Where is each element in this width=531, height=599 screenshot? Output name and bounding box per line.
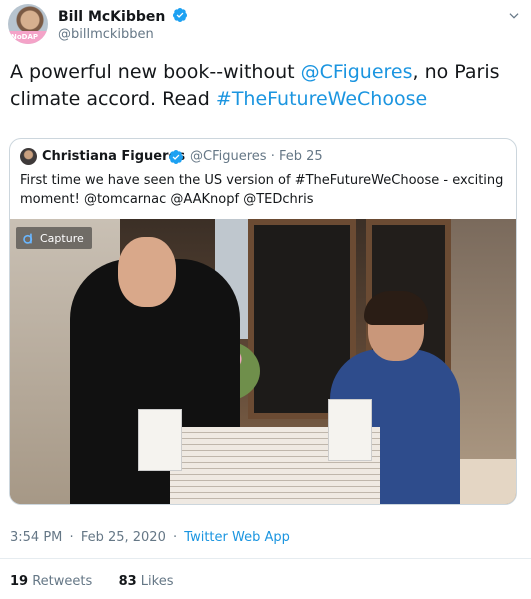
- verified-icon: [168, 150, 183, 164]
- quoted-author-meta: @CFigueres · Feb 25: [190, 149, 323, 164]
- verified-icon: [173, 8, 188, 22]
- media-book: [328, 399, 372, 461]
- quoted-date[interactable]: Feb 25: [279, 149, 323, 164]
- tweet-date[interactable]: Feb 25, 2020: [81, 530, 166, 545]
- capture-label: Capture: [40, 231, 84, 245]
- mention-link[interactable]: @CFigueres: [301, 61, 413, 83]
- quoted-text: First time we have seen the US version o…: [20, 173, 504, 207]
- quoted-media-image[interactable]: Capture: [10, 219, 516, 504]
- quoted-author-name[interactable]: Christiana Figueres: [42, 149, 185, 164]
- tweet-text: A powerful new book--without @CFigueres,…: [10, 59, 515, 113]
- author-avatar[interactable]: NoDAP: [8, 4, 48, 44]
- meta-separator: ·: [173, 530, 178, 545]
- meta-separator: ·: [270, 149, 275, 164]
- likes-stat[interactable]: 83 Likes: [119, 574, 174, 589]
- quoted-author-avatar[interactable]: [20, 148, 37, 165]
- chevron-down-icon[interactable]: [507, 9, 521, 23]
- tweet: NoDAP Bill McKibben @billmckibben A powe…: [0, 0, 531, 599]
- likes-count: 83: [118, 574, 137, 589]
- author-name-label: Bill McKibben: [58, 9, 166, 25]
- tweet-time[interactable]: 3:54 PM: [10, 530, 62, 545]
- quoted-author-handle[interactable]: @CFigueres: [190, 149, 267, 164]
- media-person-woman-hair: [364, 291, 428, 325]
- avatar-badge: NoDAP: [8, 31, 48, 44]
- media-book: [138, 409, 182, 471]
- retweets-stat[interactable]: 19 Retweets: [10, 574, 92, 589]
- capture-logo-icon: [23, 233, 33, 244]
- quoted-tweet[interactable]: Christiana Figueres @CFigueres · Feb 25 …: [9, 138, 517, 505]
- tweet-source-link[interactable]: Twitter Web App: [184, 530, 290, 545]
- hashtag-link[interactable]: #TheFutureWeChoose: [216, 88, 427, 110]
- tweet-text-part: A powerful new book--without: [10, 61, 301, 83]
- author-name[interactable]: Bill McKibben: [58, 7, 188, 25]
- tweet-timestamp: 3:54 PM · Feb 25, 2020 · Twitter Web App: [10, 530, 290, 545]
- author-handle[interactable]: @billmckibben: [58, 27, 154, 42]
- likes-label: Likes: [140, 574, 174, 589]
- retweets-count: 19: [10, 574, 29, 589]
- media-person-man-head: [118, 237, 176, 307]
- divider: [0, 558, 531, 559]
- retweets-label: Retweets: [32, 574, 93, 589]
- tweet-stats: 19 Retweets 83 Likes: [10, 574, 174, 589]
- capture-watermark: Capture: [16, 227, 92, 249]
- meta-separator: ·: [69, 530, 74, 545]
